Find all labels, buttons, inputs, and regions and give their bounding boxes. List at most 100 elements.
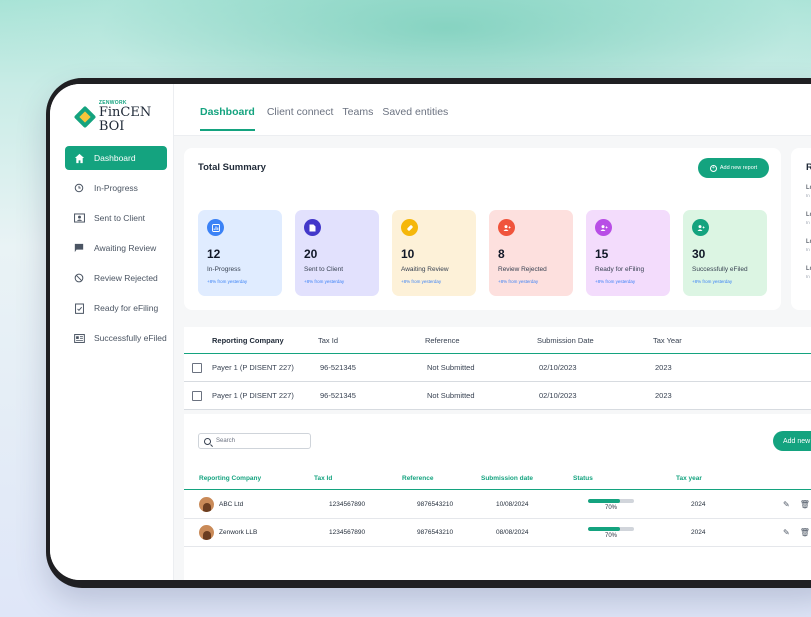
sidebar-item-label: Successfully eFiled: [94, 333, 167, 343]
cell-tax-year: 2023: [655, 363, 672, 372]
stat-label: Sent to Client: [304, 266, 344, 273]
stat-change: +8% from yesterday: [207, 279, 248, 284]
delete-icon[interactable]: 🗑: [800, 500, 810, 509]
search-input[interactable]: Search: [198, 433, 311, 449]
panel-row[interactable]: Lo In: [806, 211, 811, 225]
stat-label: In-Progress: [207, 266, 241, 273]
add-new-report-label: Add new report: [719, 165, 758, 171]
flag-icon: [73, 242, 85, 254]
tab-teams[interactable]: Teams: [342, 106, 373, 131]
progress-fill: [588, 526, 621, 531]
stat-card-review-rejected[interactable]: 8 Review Rejected +8% from yesterday: [489, 210, 573, 296]
tab-saved-entities[interactable]: Saved entities: [382, 106, 448, 131]
stat-card-ready-for-efiling[interactable]: 15 Ready for eFiling +8% from yesterday: [586, 210, 670, 296]
top-navigation: Dashboard Client connect Teams Saved ent…: [174, 84, 811, 136]
sidebar-item-in-progress[interactable]: In-Progress: [65, 176, 167, 200]
sidebar-item-successfully-efiled[interactable]: Successfully eFiled: [65, 326, 167, 350]
stat-value: 10: [401, 247, 415, 261]
document-icon: [304, 219, 321, 236]
sidebar-item-label: Review Rejected: [94, 273, 158, 283]
sidebar-item-label: In-Progress: [94, 183, 138, 193]
stat-card-sent-to-client[interactable]: 20 Sent to Client +8% from yesterday: [295, 210, 379, 296]
stat-label: Review Rejected: [498, 266, 547, 273]
panel-row-title: Lo: [806, 184, 811, 191]
row-checkbox[interactable]: [192, 390, 202, 401]
panel-row-sub: In: [806, 220, 810, 225]
cell-company: ABC Ltd: [219, 501, 244, 508]
progress-bar: [588, 526, 634, 531]
column-header[interactable]: Reference: [425, 336, 537, 345]
sidebar-item-dashboard[interactable]: Dashboard: [65, 146, 167, 170]
row-checkbox[interactable]: [192, 362, 202, 373]
sidebar-item-label: Awaiting Review: [94, 243, 157, 253]
column-header[interactable]: Tax Id: [314, 475, 402, 482]
cell-submission-date: 10/08/2024: [496, 501, 529, 508]
panel-row[interactable]: Lo In: [806, 238, 811, 252]
table-row[interactable]: ABC Ltd 1234567890 9876543210 10/08/2024…: [184, 491, 811, 519]
column-header[interactable]: Status: [573, 475, 676, 482]
table-row[interactable]: Payer 1 (P DISENT 227) 96-521345 Not Sub…: [184, 354, 811, 382]
home-icon: [73, 152, 85, 164]
sidebar-item-review-rejected[interactable]: Review Rejected: [65, 266, 167, 290]
cell-reference: 9876543210: [417, 529, 454, 536]
cell-company: Payer 1 (P DISENT 227): [212, 391, 294, 400]
chart-icon: [207, 219, 224, 236]
plus-icon: +: [709, 164, 717, 172]
column-header[interactable]: Reporting Company: [184, 336, 318, 345]
stat-value: 15: [595, 247, 609, 261]
table-row[interactable]: Payer 1 (P DISENT 227) 96-521345 Not Sub…: [184, 382, 811, 410]
stat-change: +8% from yesterday: [498, 279, 539, 284]
total-summary-card: Total Summary + Add new report 12 In-Pro…: [184, 148, 781, 310]
cell-reference: Not Submitted: [427, 391, 475, 400]
cell-company: Payer 1 (P DISENT 227): [212, 363, 294, 372]
add-new-report-button[interactable]: + Add new report: [698, 158, 769, 178]
column-header[interactable]: Submission Date: [537, 336, 653, 345]
stat-card-in-progress[interactable]: 12 In-Progress +8% from yesterday: [198, 210, 282, 296]
column-header[interactable]: Reference: [402, 475, 481, 482]
add-new-button[interactable]: Add new: [773, 431, 811, 451]
table-row[interactable]: Zenwork LLB 1234567890 9876543210 08/08/…: [184, 519, 811, 547]
stat-label: Awaiting Review: [401, 266, 449, 273]
table-header: Reporting Company Tax Id Reference Submi…: [184, 327, 811, 354]
edit-icon[interactable]: ✎: [783, 500, 790, 509]
tab-client-connect[interactable]: Client connect: [267, 106, 334, 131]
panel-row-title: Lo: [806, 211, 811, 218]
cell-reference: Not Submitted: [427, 363, 475, 372]
column-header[interactable]: Tax Year: [653, 336, 733, 345]
status-progress: 70%: [588, 526, 691, 539]
cell-tax-year: 2023: [655, 391, 672, 400]
sidebar-item-awaiting-review[interactable]: Awaiting Review: [65, 236, 167, 260]
column-header[interactable]: Reporting Company: [184, 475, 314, 482]
cell-company: Zenwork LLB: [219, 529, 258, 536]
reports-table: Reporting Company Tax Id Reference Submi…: [184, 327, 811, 410]
cell-tax-year: 2024: [691, 529, 706, 536]
entities-section: Search Add new Reporting Company Tax Id …: [184, 414, 811, 580]
logo[interactable]: ZENWORK FinCEN BOI: [73, 100, 173, 134]
panel-row[interactable]: Lo In: [806, 265, 811, 279]
panel-row-title: Lo: [806, 238, 811, 245]
id-card-icon: [73, 332, 85, 344]
users-icon: [595, 219, 612, 236]
app-window: ZENWORK FinCEN BOI Dashboard In-Progress: [50, 84, 811, 580]
logo-icon: [73, 105, 97, 129]
users-icon: [498, 219, 515, 236]
stat-card-successfully-efiled[interactable]: 30 Successfully eFiled +8% from yesterda…: [683, 210, 767, 296]
delete-icon[interactable]: 🗑: [800, 528, 810, 537]
search-placeholder: Search: [216, 438, 236, 444]
cell-submission-date: 02/10/2023: [539, 363, 577, 372]
panel-row-sub: In: [806, 247, 810, 252]
user-card-icon: [73, 212, 85, 224]
edit-icon[interactable]: ✎: [783, 528, 790, 537]
panel-row-title: Lo: [806, 265, 811, 272]
column-header[interactable]: Tax year: [676, 475, 756, 482]
tab-dashboard[interactable]: Dashboard: [200, 106, 255, 131]
recent-activity-panel: R Lo In Lo In Lo In Lo In: [791, 148, 811, 310]
panel-row[interactable]: Lo In: [806, 184, 811, 198]
users-icon: [692, 219, 709, 236]
column-header[interactable]: Submission date: [481, 475, 573, 482]
stat-card-awaiting-review[interactable]: 10 Awaiting Review +8% from yesterday: [392, 210, 476, 296]
ban-icon: [73, 272, 85, 284]
sidebar-item-sent-to-client[interactable]: Sent to Client: [65, 206, 167, 230]
sidebar-item-ready-for-efiling[interactable]: Ready for eFiling: [65, 296, 167, 320]
column-header[interactable]: Tax Id: [318, 336, 425, 345]
